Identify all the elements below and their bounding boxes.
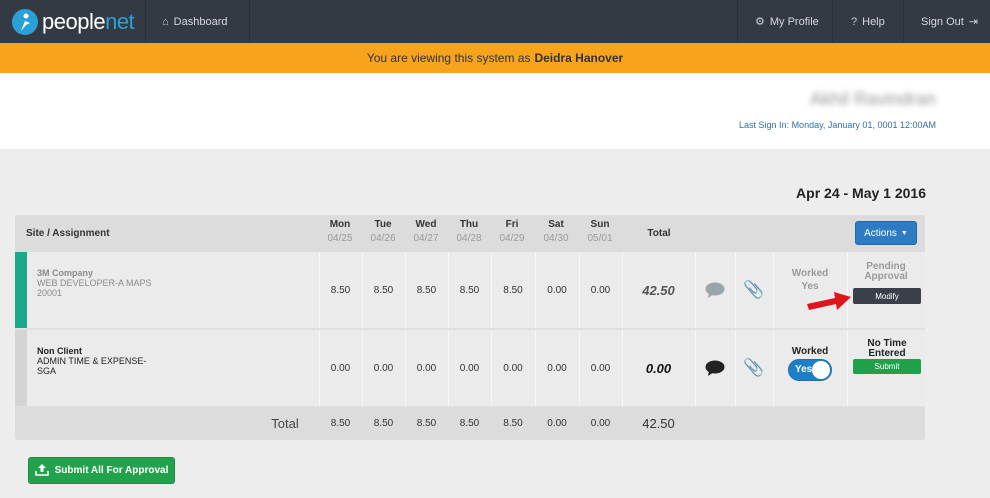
home-icon: ⌂: [162, 15, 169, 28]
company-name: 3M Company: [37, 268, 94, 278]
pay-period: Apr 24 - May 1 2016: [796, 185, 926, 201]
comment-icon[interactable]: [695, 330, 735, 406]
actions-button[interactable]: Actions ▼: [855, 221, 917, 245]
hours-cell[interactable]: 0.00: [319, 330, 362, 406]
submit-all-label: Submit All For Approval: [54, 465, 169, 476]
hours-cell[interactable]: 0.00: [491, 330, 535, 406]
day-total: 0.00: [590, 418, 611, 429]
submit-button[interactable]: Submit: [853, 359, 921, 374]
row-status-stripe: [15, 252, 27, 328]
day-header: Fri 04/29: [499, 219, 525, 244]
toggle-knob: [812, 361, 830, 379]
hours-cell[interactable]: 8.50: [405, 252, 448, 328]
nav-divider: [832, 0, 833, 43]
modify-button[interactable]: Modify: [853, 288, 921, 304]
hours-cell[interactable]: 0.00: [448, 330, 491, 406]
caret-down-icon: ▼: [900, 229, 908, 237]
assignment-name: ADMIN TIME & EXPENSE-: [37, 356, 147, 366]
totals-row: Total 8.50 8.50 8.50 8.50 8.50 0.00 0.00…: [15, 407, 925, 440]
hours-cell[interactable]: 8.50: [362, 252, 405, 328]
banner-text: You are viewing this system as: [366, 51, 531, 65]
row-status-stripe: [15, 330, 27, 406]
logo-icon: [12, 8, 38, 35]
day-header: Thu 04/28: [456, 219, 482, 244]
assignment-info: 3M Company WEB DEVELOPER-A MAPS 20001: [37, 268, 152, 298]
total-header: Total: [647, 228, 671, 239]
question-icon: ?: [851, 15, 858, 28]
hours-cell[interactable]: 0.00: [405, 330, 448, 406]
day-total: 8.50: [503, 418, 523, 429]
table-row: Non Client ADMIN TIME & EXPENSE- SGA 0.0…: [15, 330, 925, 406]
nav-help-label: Help: [862, 15, 885, 28]
day-header: Wed 04/27: [413, 219, 439, 244]
day-total: 8.50: [330, 418, 351, 429]
nav-sign-out[interactable]: Sign Out ⇥: [921, 0, 983, 43]
hours-cell[interactable]: 8.50: [319, 252, 362, 328]
hours-cell[interactable]: 0.00: [535, 330, 579, 406]
worked-toggle-label: Yes: [795, 364, 813, 375]
hours-cell[interactable]: 8.50: [448, 252, 491, 328]
hours-cell[interactable]: 0.00: [579, 330, 622, 406]
day-header: Sun 05/01: [587, 219, 613, 244]
hours-cell[interactable]: 0.00: [362, 330, 405, 406]
day-header: Sat 04/30: [543, 219, 569, 244]
grand-total: 42.50: [642, 416, 675, 431]
banner-user: Deidra Hanover: [534, 51, 624, 65]
impersonation-banner: You are viewing this system as Deidra Ha…: [0, 43, 990, 73]
top-navbar: peoplenet ⌂ Dashboard ⚙ My Profile ? Hel…: [0, 0, 990, 43]
row-total: 0.00: [645, 360, 672, 376]
peoplenet-logo[interactable]: peoplenet: [12, 8, 135, 35]
logo-text: peoplenet: [42, 8, 135, 34]
day-total: 8.50: [373, 418, 394, 429]
day-total: 0.00: [547, 418, 567, 429]
paperclip-icon[interactable]: 📎: [735, 330, 773, 406]
last-sign-in: Last Sign In: Monday, January 01, 0001 1…: [739, 120, 936, 130]
nav-dashboard[interactable]: ⌂ Dashboard: [162, 0, 227, 43]
worked-toggle[interactable]: Yes: [788, 359, 832, 381]
worked-label: Worked: [791, 268, 829, 279]
assignment-info: Non Client ADMIN TIME & EXPENSE- SGA: [37, 346, 146, 376]
nav-sign-out-label: Sign Out: [921, 15, 964, 28]
actions-label: Actions: [864, 227, 897, 239]
gear-icon: ⚙: [755, 16, 765, 28]
upload-icon: [34, 463, 49, 479]
user-name: Akhil Ravindran: [809, 89, 936, 109]
nav-divider: [737, 0, 738, 43]
day-header: Mon 04/25: [327, 219, 353, 244]
day-header: Tue 04/26: [370, 219, 396, 244]
red-arrow-icon: [807, 292, 851, 310]
sign-out-icon: ⇥: [968, 16, 979, 28]
user-header: Akhil Ravindran Last Sign In: Monday, Ja…: [0, 73, 990, 149]
timesheet-grid: Site / Assignment Mon 04/25 Tue 04/26 Wed 0…: [15, 215, 925, 440]
nav-help[interactable]: ? Help: [851, 0, 885, 43]
assignment-code: 20001: [37, 288, 63, 298]
worked-label: Worked: [791, 346, 829, 357]
company-name: Non Client: [37, 346, 82, 356]
table-row: 3M Company WEB DEVELOPER-A MAPS 20001 8.…: [15, 252, 925, 328]
nav-dashboard-label: Dashboard: [173, 15, 228, 28]
day-total: 8.50: [416, 418, 437, 429]
submit-all-button[interactable]: Submit All For Approval: [28, 457, 175, 484]
day-total: 8.50: [459, 418, 480, 429]
assignment-name: WEB DEVELOPER-A MAPS: [37, 278, 152, 288]
row-total: 42.50: [642, 282, 675, 298]
site-assignment-header: Site / Assignment: [26, 228, 110, 239]
hours-cell[interactable]: 0.00: [535, 252, 579, 328]
comment-icon[interactable]: [695, 252, 735, 328]
nav-my-profile-label: My Profile: [769, 15, 819, 28]
nav-divider: [145, 0, 146, 43]
hours-cell[interactable]: 8.50: [491, 252, 535, 328]
nav-my-profile[interactable]: ⚙ My Profile: [755, 0, 819, 43]
grid-header: Site / Assignment Mon 04/25 Tue 04/26 Wed 0…: [15, 215, 925, 252]
hours-cell[interactable]: 0.00: [579, 252, 622, 328]
assignment-code: SGA: [37, 366, 57, 376]
totals-label: Total: [271, 416, 299, 431]
nav-divider: [249, 0, 250, 43]
nav-divider: [903, 0, 904, 43]
paperclip-icon[interactable]: 📎: [735, 252, 773, 328]
